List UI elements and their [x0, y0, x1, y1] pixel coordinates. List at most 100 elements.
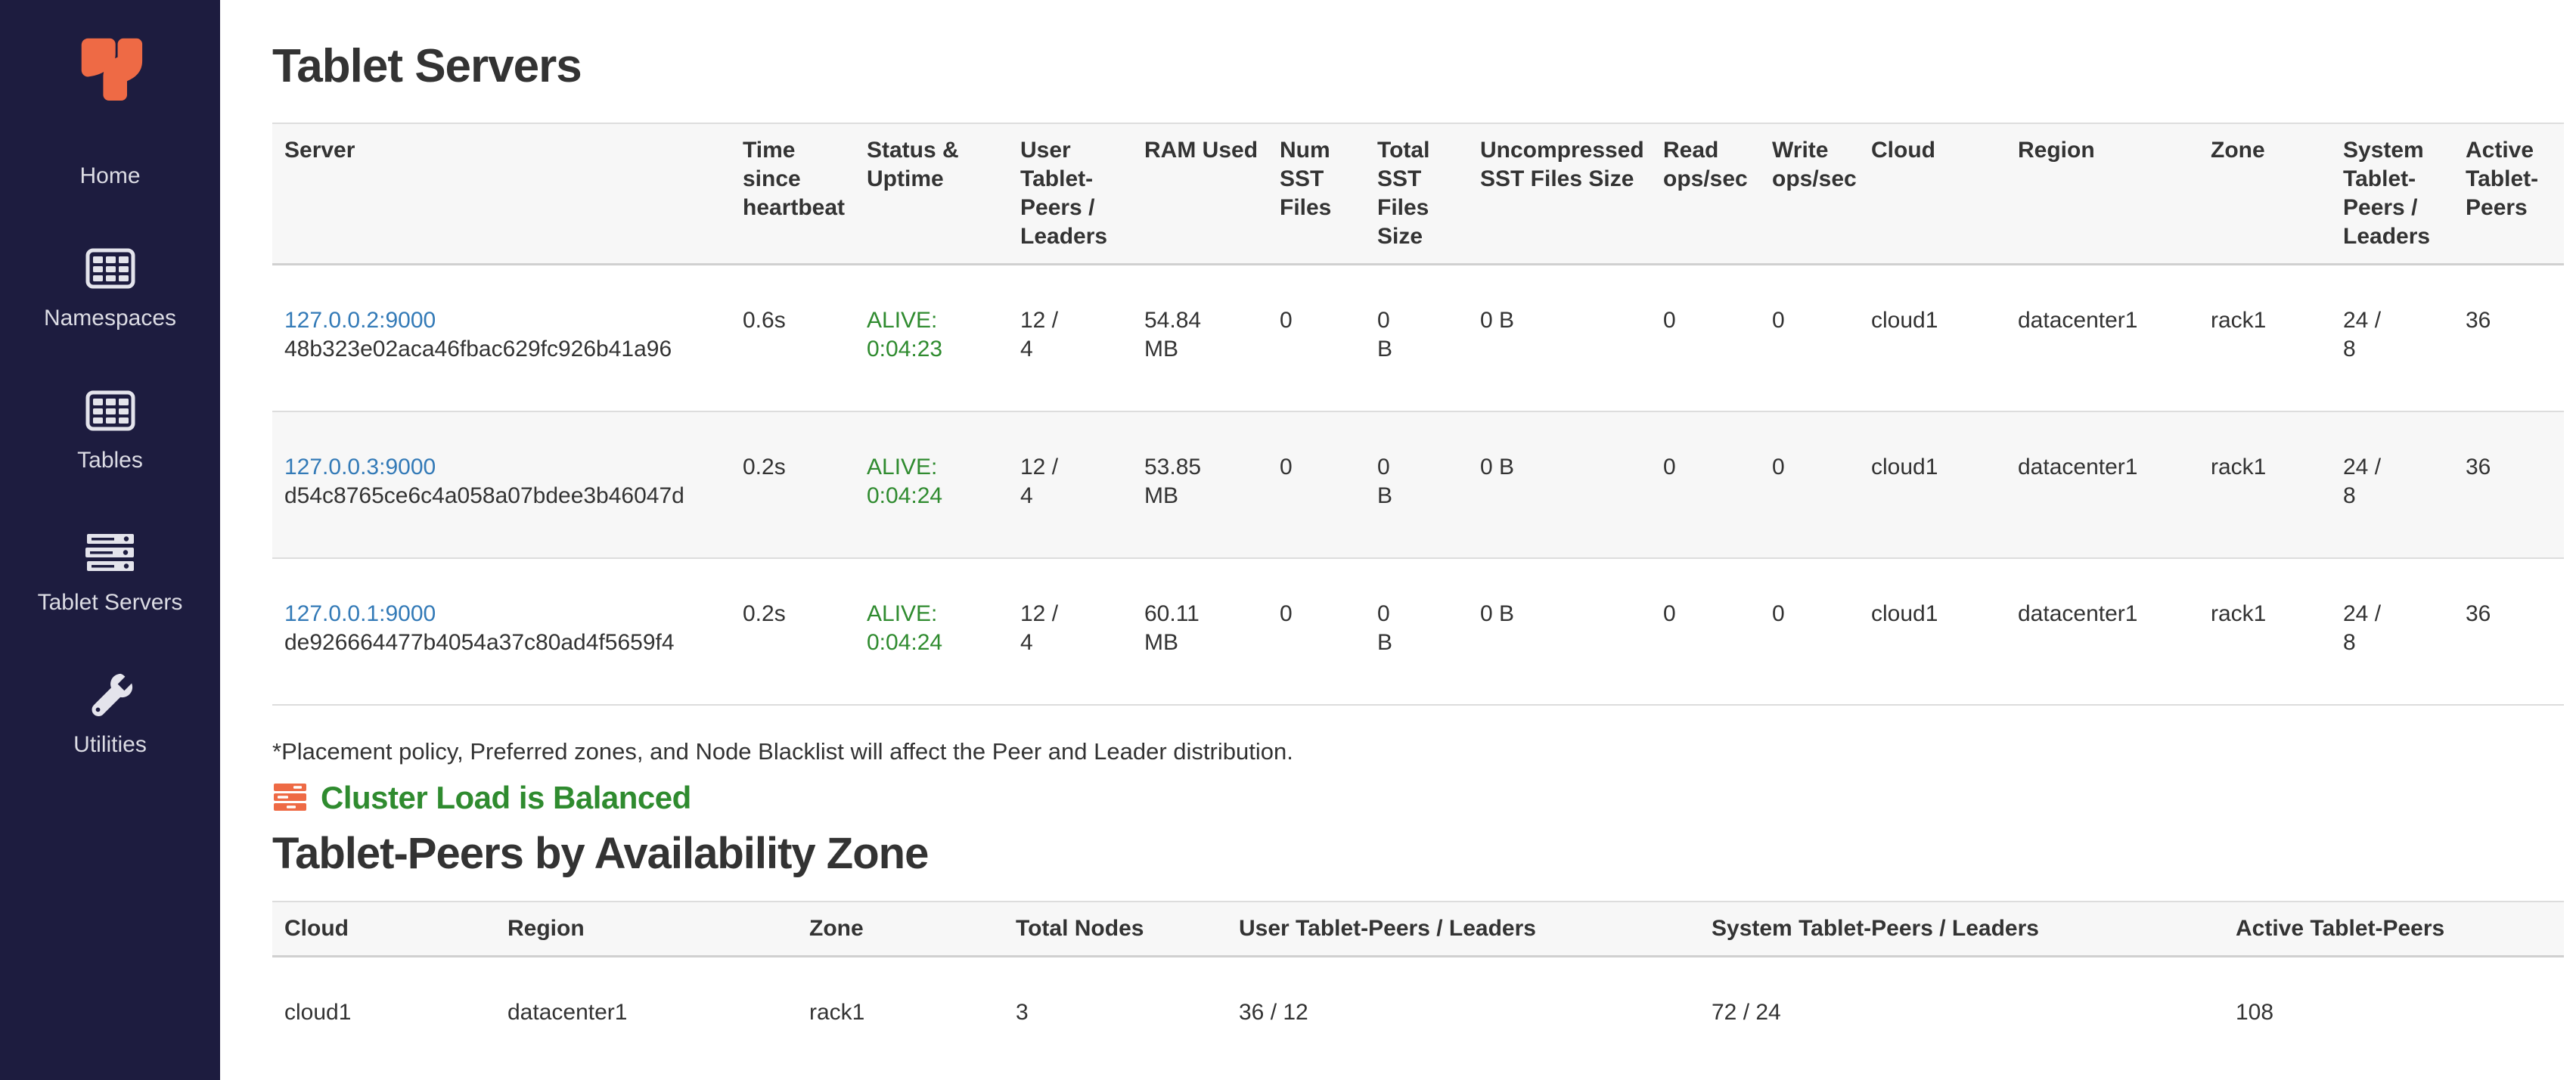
sidebar-item-tables[interactable]: Tables [0, 384, 220, 475]
cluster-balance-status: Cluster Load is Balanced [272, 780, 2576, 816]
uncompressed-sst-cell: 0 B [1468, 558, 1651, 705]
table-header-row: Cloud Region Zone Total Nodes User Table… [272, 902, 2564, 957]
balance-status-text: Cluster Load is Balanced [321, 780, 691, 816]
sidebar: Home Namespaces [0, 0, 220, 1080]
column-header: Region [495, 902, 797, 957]
server-stack-icon [272, 782, 309, 814]
system-peers-cell: 72 / 24 [1699, 957, 2224, 1075]
column-header: User Tablet-Peers / Leaders [1008, 123, 1132, 265]
sidebar-item-namespaces[interactable]: Namespaces [0, 242, 220, 333]
read-ops-cell: 0 [1651, 558, 1760, 705]
region-cell: datacenter1 [2006, 265, 2199, 412]
sidebar-item-label: Tables [77, 446, 143, 475]
yugabyte-logo-icon[interactable] [74, 35, 147, 101]
total-sst-cell: 0 B [1365, 265, 1468, 412]
region-cell: datacenter1 [495, 957, 797, 1075]
heartbeat-cell: 0.6s [731, 265, 855, 412]
server-uuid: de926664477b4054a37c80ad4f5659f4 [284, 630, 675, 655]
total-sst-cell: 0 B [1365, 558, 1468, 705]
zone-cell: rack1 [797, 957, 1004, 1075]
server-link[interactable]: 127.0.0.1:9000 [284, 601, 436, 626]
az-section-title: Tablet-Peers by Availability Zone [272, 828, 2576, 880]
column-header: Cloud [1859, 123, 2006, 265]
sidebar-item-label: Namespaces [44, 304, 176, 333]
server-uuid: 48b323e02aca46fbac629fc926b41a96 [284, 337, 672, 362]
status-alive-text: ALIVE: 0:04:24 [867, 601, 942, 655]
region-cell: datacenter1 [2006, 558, 2199, 705]
table-header-row: Server Time since heartbeat Status & Upt… [272, 123, 2564, 265]
read-ops-cell: 0 [1651, 265, 1760, 412]
active-peers-cell: 36 [2453, 265, 2564, 412]
status-alive-text: ALIVE: 0:04:23 [867, 308, 942, 362]
server-link[interactable]: 127.0.0.2:9000 [284, 308, 436, 333]
sidebar-item-home[interactable]: Home [0, 162, 220, 191]
table-row: 127.0.0.1:9000 de926664477b4054a37c80ad4… [272, 558, 2564, 705]
placement-note: *Placement policy, Preferred zones, and … [272, 737, 2576, 766]
status-cell: ALIVE: 0:04:24 [855, 411, 1008, 558]
column-header: Active Tablet-Peers [2224, 902, 2564, 957]
user-peers-cell: 12 / 4 [1008, 558, 1132, 705]
sidebar-item-tablet-servers[interactable]: Tablet Servers [0, 526, 220, 617]
wrench-icon [87, 669, 134, 722]
sidebar-nav: Home Namespaces [0, 101, 220, 759]
total-nodes-cell: 3 [1004, 957, 1227, 1075]
table-row: cloud1 datacenter1 rack1 3 36 / 12 72 / … [272, 957, 2564, 1075]
table-row: 127.0.0.3:9000 d54c8765ce6c4a058a07bdee3… [272, 411, 2564, 558]
uncompressed-sst-cell: 0 B [1468, 411, 1651, 558]
column-header: Total Nodes [1004, 902, 1227, 957]
column-header: Active Tablet-Peers [2453, 123, 2564, 265]
column-header: Read ops/sec [1651, 123, 1760, 265]
cloud-cell: cloud1 [272, 957, 495, 1075]
main-content: Tablet Servers Server Time since heartbe… [220, 0, 2576, 1080]
uncompressed-sst-cell: 0 B [1468, 265, 1651, 412]
column-header: Cloud [272, 902, 495, 957]
column-header: Num SST Files [1268, 123, 1365, 265]
status-cell: ALIVE: 0:04:23 [855, 265, 1008, 412]
page-title: Tablet Servers [272, 39, 2576, 94]
user-peers-cell: 12 / 4 [1008, 411, 1132, 558]
active-peers-cell: 36 [2453, 558, 2564, 705]
zone-cell: rack1 [2199, 558, 2331, 705]
num-sst-cell: 0 [1268, 265, 1365, 412]
ram-cell: 53.85 MB [1132, 411, 1268, 558]
sidebar-item-utilities[interactable]: Utilities [0, 669, 220, 759]
server-rack-icon [84, 526, 137, 579]
active-peers-cell: 36 [2453, 411, 2564, 558]
write-ops-cell: 0 [1760, 411, 1859, 558]
region-cell: datacenter1 [2006, 411, 2199, 558]
write-ops-cell: 0 [1760, 265, 1859, 412]
server-cell: 127.0.0.1:9000 de926664477b4054a37c80ad4… [272, 558, 731, 705]
column-header: Time since heartbeat [731, 123, 855, 265]
column-header: Write ops/sec [1760, 123, 1859, 265]
heartbeat-cell: 0.2s [731, 558, 855, 705]
read-ops-cell: 0 [1651, 411, 1760, 558]
server-link[interactable]: 127.0.0.3:9000 [284, 455, 436, 479]
column-header: User Tablet-Peers / Leaders [1227, 902, 1699, 957]
system-peers-cell: 24 / 8 [2331, 411, 2453, 558]
status-cell: ALIVE: 0:04:24 [855, 558, 1008, 705]
zone-cell: rack1 [2199, 411, 2331, 558]
sidebar-item-label: Tablet Servers [38, 588, 183, 617]
cloud-cell: cloud1 [1859, 558, 2006, 705]
total-sst-cell: 0 B [1365, 411, 1468, 558]
az-peers-table: Cloud Region Zone Total Nodes User Table… [272, 901, 2564, 1074]
num-sst-cell: 0 [1268, 558, 1365, 705]
server-cell: 127.0.0.2:9000 48b323e02aca46fbac629fc92… [272, 265, 731, 412]
zone-cell: rack1 [2199, 265, 2331, 412]
write-ops-cell: 0 [1760, 558, 1859, 705]
server-uuid: d54c8765ce6c4a058a07bdee3b46047d [284, 483, 684, 508]
server-cell: 127.0.0.3:9000 d54c8765ce6c4a058a07bdee3… [272, 411, 731, 558]
table-grid-icon [85, 384, 135, 437]
column-header: Region [2006, 123, 2199, 265]
user-peers-cell: 36 / 12 [1227, 957, 1699, 1075]
cloud-cell: cloud1 [1859, 265, 2006, 412]
ram-cell: 60.11 MB [1132, 558, 1268, 705]
cloud-cell: cloud1 [1859, 411, 2006, 558]
column-header: Server [272, 123, 731, 265]
active-peers-cell: 108 [2224, 957, 2564, 1075]
table-grid-icon [85, 242, 135, 295]
sidebar-item-label: Utilities [73, 731, 147, 759]
column-header: System Tablet-Peers / Leaders [2331, 123, 2453, 265]
table-row: 127.0.0.2:9000 48b323e02aca46fbac629fc92… [272, 265, 2564, 412]
sidebar-item-label: Home [79, 162, 140, 191]
